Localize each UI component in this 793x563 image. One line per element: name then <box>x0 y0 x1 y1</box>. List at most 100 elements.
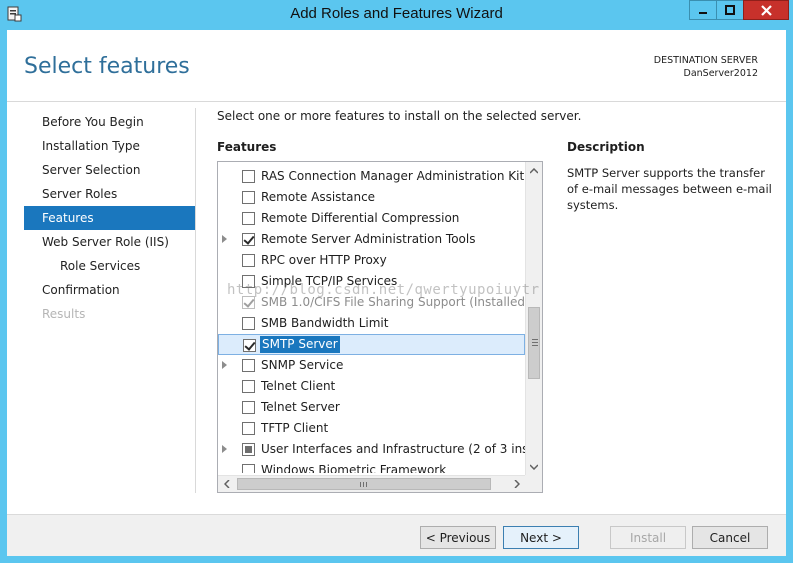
install-button: Install <box>610 526 686 549</box>
nav-divider <box>195 108 196 493</box>
feature-checkbox[interactable] <box>242 233 255 246</box>
feature-label: Remote Server Administration Tools <box>261 232 476 246</box>
feature-row[interactable]: RAS Connection Manager Administration Ki… <box>218 166 525 187</box>
feature-row[interactable]: User Interfaces and Infrastructure (2 of… <box>218 439 525 460</box>
previous-button[interactable]: < Previous <box>420 526 496 549</box>
scrollbar-corner <box>525 475 542 492</box>
feature-label: Remote Differential Compression <box>261 211 460 225</box>
wizard-header: Select features DESTINATION SERVER DanSe… <box>7 30 786 102</box>
grip-line <box>366 482 367 487</box>
features-heading: Features <box>217 140 277 154</box>
nav-item-server-selection[interactable]: Server Selection <box>24 158 195 182</box>
nav-item-installation-type[interactable]: Installation Type <box>24 134 195 158</box>
horizontal-scrollbar[interactable] <box>218 475 542 492</box>
feature-label: Telnet Server <box>261 400 340 414</box>
wizard-client-area: Select features DESTINATION SERVER DanSe… <box>7 30 786 556</box>
feature-checkbox[interactable] <box>242 275 255 288</box>
scroll-left-button[interactable] <box>218 476 235 492</box>
wizard-footer: < Previous Next > Install Cancel <box>7 514 786 556</box>
close-button[interactable] <box>743 0 789 20</box>
next-button[interactable]: Next > <box>503 526 579 549</box>
feature-checkbox[interactable] <box>242 464 255 473</box>
vertical-scroll-thumb[interactable] <box>528 307 540 379</box>
feature-label: Remote Assistance <box>261 190 376 204</box>
features-tree[interactable]: RAS Connection Manager Administration Ki… <box>217 161 543 493</box>
destination-server-name: DanServer2012 <box>683 68 759 79</box>
feature-row[interactable]: Telnet Client <box>218 376 525 397</box>
feature-row[interactable]: Remote Server Administration Tools <box>218 229 525 250</box>
feature-label: RPC over HTTP Proxy <box>261 253 387 267</box>
maximize-button[interactable] <box>716 0 744 20</box>
expand-arrow-icon[interactable] <box>222 361 227 369</box>
cancel-button[interactable]: Cancel <box>692 526 768 549</box>
nav-item-web-server-role[interactable]: Web Server Role (IIS) <box>24 230 195 254</box>
feature-label: SNMP Service <box>261 358 344 372</box>
feature-label: SMB Bandwidth Limit <box>261 316 389 330</box>
nav-item-results: Results <box>42 307 86 321</box>
feature-label: User Interfaces and Infrastructure (2 of… <box>261 442 525 456</box>
feature-checkbox[interactable] <box>243 339 256 352</box>
expand-arrow-icon[interactable] <box>222 445 227 453</box>
feature-checkbox[interactable] <box>242 191 255 204</box>
feature-checkbox[interactable] <box>242 443 255 456</box>
nav-item-features[interactable]: Features <box>24 206 195 230</box>
nav-item-role-services[interactable]: Role Services <box>24 254 195 278</box>
minimize-icon <box>699 12 707 14</box>
window-title: Add Roles and Features Wizard <box>290 5 503 22</box>
chevron-up-icon <box>530 167 538 174</box>
destination-server-info: DESTINATION SERVER DanServer2012 <box>654 54 758 80</box>
nav-item-before-you-begin[interactable]: Before You Begin <box>24 110 195 134</box>
feature-label: RAS Connection Manager Administration Ki… <box>261 169 525 183</box>
feature-row[interactable]: Remote Assistance <box>218 187 525 208</box>
feature-row[interactable]: SMTP Server <box>218 334 525 355</box>
feature-checkbox[interactable] <box>242 401 255 414</box>
feature-label: SMTP Server <box>260 336 340 353</box>
scroll-right-button[interactable] <box>508 476 525 492</box>
feature-row[interactable]: Remote Differential Compression <box>218 208 525 229</box>
feature-row[interactable]: TFTP Client <box>218 418 525 439</box>
feature-checkbox[interactable] <box>242 380 255 393</box>
grip-line <box>532 339 538 340</box>
chevron-right-icon <box>513 480 520 488</box>
feature-checkbox[interactable] <box>242 254 255 267</box>
page-title: Select features <box>24 54 190 79</box>
description-heading: Description <box>567 140 645 154</box>
feature-label: Simple TCP/IP Services <box>261 274 398 288</box>
nav-item-confirmation[interactable]: Confirmation <box>24 278 195 302</box>
description-text: SMTP Server supports the transfer of e-m… <box>567 166 772 212</box>
grip-line <box>360 482 361 487</box>
title-bar: Add Roles and Features Wizard <box>0 0 793 30</box>
chevron-down-icon <box>530 463 538 470</box>
features-tree-rows: RAS Connection Manager Administration Ki… <box>218 166 525 473</box>
feature-row[interactable]: SMB Bandwidth Limit <box>218 313 525 334</box>
nav-item-server-roles[interactable]: Server Roles <box>24 182 195 206</box>
feature-checkbox[interactable] <box>242 170 255 183</box>
feature-checkbox[interactable] <box>242 317 255 330</box>
destination-label: DESTINATION SERVER <box>653 55 758 66</box>
feature-row[interactable]: SNMP Service <box>218 355 525 376</box>
scroll-down-button[interactable] <box>526 458 542 475</box>
feature-row[interactable]: SMB 1.0/CIFS File Sharing Support (Insta… <box>218 292 525 313</box>
feature-checkbox[interactable] <box>242 212 255 225</box>
feature-checkbox[interactable] <box>242 359 255 372</box>
horizontal-scroll-thumb[interactable] <box>237 478 491 490</box>
feature-checkbox <box>242 296 255 309</box>
grip-line <box>532 345 538 346</box>
chevron-left-icon <box>223 480 230 488</box>
feature-row[interactable]: RPC over HTTP Proxy <box>218 250 525 271</box>
maximize-icon <box>725 5 735 15</box>
close-icon <box>760 4 772 16</box>
feature-checkbox[interactable] <box>242 422 255 435</box>
feature-label: SMB 1.0/CIFS File Sharing Support (Insta… <box>261 295 525 309</box>
feature-label: Windows Biometric Framework <box>261 463 447 473</box>
expand-arrow-icon[interactable] <box>222 235 227 243</box>
feature-row[interactable]: Simple TCP/IP Services <box>218 271 525 292</box>
feature-row[interactable]: Telnet Server <box>218 397 525 418</box>
wizard-navigation: Before You Begin Installation Type Serve… <box>24 110 195 326</box>
feature-row[interactable]: Windows Biometric Framework <box>218 460 525 473</box>
grip-line <box>532 342 538 343</box>
minimize-button[interactable] <box>689 0 717 20</box>
scroll-up-button[interactable] <box>526 162 542 179</box>
feature-label: TFTP Client <box>261 421 329 435</box>
vertical-scrollbar[interactable] <box>525 162 542 475</box>
